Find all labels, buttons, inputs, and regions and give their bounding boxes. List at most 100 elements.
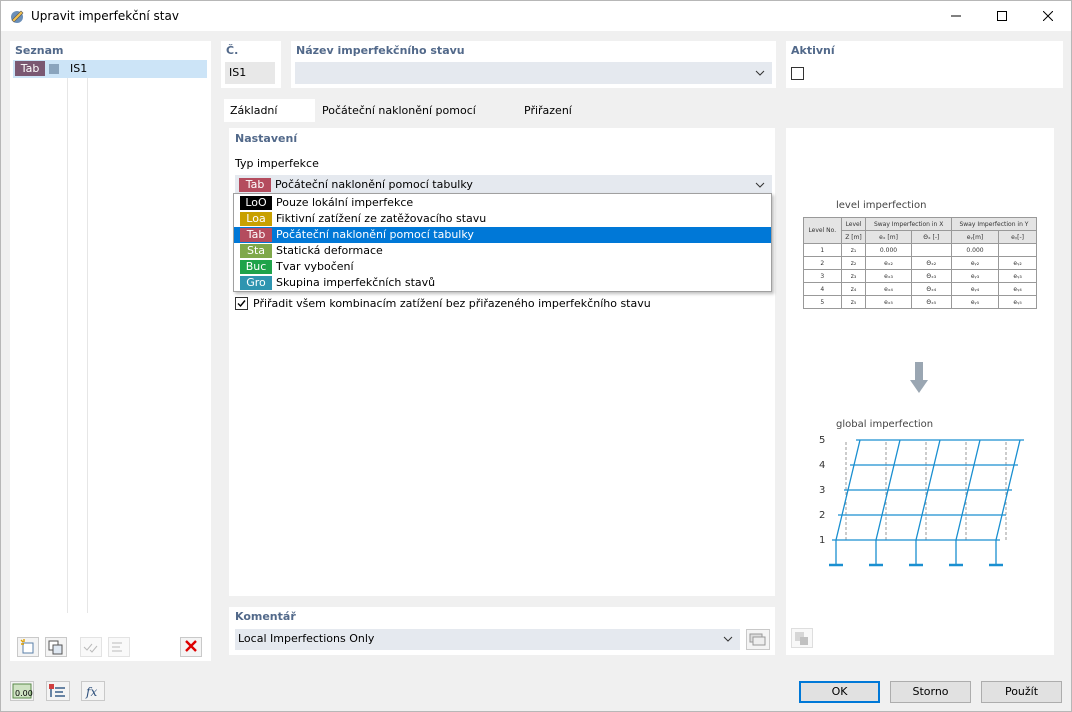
level-label: 3: [819, 485, 825, 496]
units-button[interactable]: [46, 681, 70, 701]
dropdown-option-tab[interactable]: Tab Počáteční naklonění pomocí tabulky: [234, 227, 771, 243]
delete-button[interactable]: [180, 637, 202, 657]
table-row: 1 z₁ 0.000 0.000: [803, 243, 1037, 257]
table-row: 3 z₃ eₓ₃ Θₓ₃ eᵧ₃ eᵧ₃: [803, 269, 1037, 283]
renumber-button[interactable]: [108, 637, 130, 657]
name-header: Název imperfekčního stavu: [296, 44, 465, 57]
dropdown-option-gro[interactable]: Gro Skupina imperfekčních stavů: [234, 275, 771, 291]
global-frame-diagram: 1 2 3 4 5: [819, 435, 1024, 567]
table-cell: z₄: [840, 282, 867, 296]
comment-library-button[interactable]: [746, 629, 770, 650]
image-settings-icon: [795, 632, 808, 645]
level-title: level imperfection: [836, 200, 927, 211]
table-cell: z₁: [840, 243, 867, 257]
table-cell: 1: [803, 243, 842, 257]
title-bar: Upravit imperfekční stav: [1, 1, 1071, 31]
dropdown-option-loo[interactable]: LoO Pouze lokální imperfekce: [234, 195, 771, 211]
level-label: 5: [819, 435, 825, 446]
option-label: Pouze lokální imperfekce: [276, 196, 414, 209]
option-tag: Buc: [240, 260, 272, 274]
active-header: Aktivní: [791, 44, 835, 57]
tab-basic[interactable]: Základní údaje: [224, 99, 315, 140]
imperfection-type-dropdown: LoO Pouze lokální imperfekce Loa Fiktivní z…: [233, 193, 772, 292]
number-field[interactable]: IS1: [225, 62, 275, 84]
table-cell: 3: [803, 269, 842, 283]
dropdown-option-buc[interactable]: Buc Tvar vybočení: [234, 259, 771, 275]
tab-initial-sway[interactable]: Počáteční naklonění pomocí tabulky: [316, 99, 515, 140]
dropdown-option-sta[interactable]: Sta Statická deformace: [234, 243, 771, 259]
th-sway-x: Sway Imperfection in X: [865, 217, 952, 231]
table-cell: [998, 243, 1037, 257]
th-ey: eᵧ[m]: [950, 230, 1000, 244]
comment-value: Local Imperfections Only: [238, 632, 375, 645]
table-cell: eᵧ₄: [998, 282, 1037, 296]
minimize-button[interactable]: [933, 1, 979, 31]
minimize-icon: [951, 15, 961, 17]
type-label: Typ imperfekce: [235, 157, 319, 170]
table-cell: z₃: [840, 269, 867, 283]
table-cell: eᵧ₃: [998, 269, 1037, 283]
decimal-icon: 0.00: [12, 683, 33, 699]
option-tag: Sta: [240, 244, 272, 258]
option-label: Statická deformace: [276, 244, 383, 257]
list-item[interactable]: Tab IS1: [13, 60, 207, 78]
table-cell: eₓ₄: [865, 282, 912, 296]
option-label: Počáteční naklonění pomocí tabulky: [276, 228, 474, 241]
table-cell: z₅: [840, 295, 867, 309]
maximize-icon: [997, 11, 1007, 21]
close-button[interactable]: [1025, 1, 1071, 31]
table-cell: eᵧ₂: [998, 256, 1037, 270]
table-row: 5 z₅ eₓ₅ Θₓ₅ eᵧ₅ eᵧ₅: [803, 295, 1037, 309]
dropdown-option-loa[interactable]: Loa Fiktivní zatížení ze zatěžovacího sta…: [234, 211, 771, 227]
preview-options-button[interactable]: [791, 628, 813, 648]
list-panel: Seznam Tab IS1: [10, 41, 211, 661]
comment-combo[interactable]: Local Imperfections Only: [235, 629, 740, 650]
option-label: Fiktivní zatížení ze zatěžovacího stavu: [276, 212, 487, 225]
assign-all-checkbox[interactable]: [235, 297, 248, 310]
selected-type-tag: Tab: [239, 178, 271, 192]
option-tag: Loa: [240, 212, 272, 226]
tab-assignment[interactable]: Přiřazení: [518, 99, 579, 122]
table-cell: eᵧ₅: [950, 295, 1000, 309]
th-z: Z [m]: [840, 230, 867, 244]
list-item-tag: Tab: [15, 61, 45, 76]
new-item-button[interactable]: [17, 637, 39, 657]
units-icon: [49, 684, 65, 697]
apply-button[interactable]: Použít: [981, 681, 1062, 703]
delete-icon: [185, 640, 197, 652]
new-icon: [20, 639, 34, 654]
table-cell: eᵧ₃: [950, 269, 1000, 283]
option-label: Skupina imperfekčních stavů: [276, 276, 436, 289]
name-panel: Název imperfekčního stavu: [291, 41, 776, 88]
list-header: Seznam: [15, 44, 64, 57]
active-checkbox[interactable]: [791, 67, 804, 80]
table-cell: 0.000: [865, 243, 912, 257]
imperfection-type-select[interactable]: Tab Počáteční naklonění pomocí tabulky: [235, 175, 772, 195]
level-label: 1: [819, 535, 825, 546]
table-cell: 5: [803, 295, 842, 309]
app-icon: [11, 10, 24, 23]
option-tag: Gro: [240, 276, 272, 290]
table-cell: eₓ₂: [865, 256, 912, 270]
table-cell: Θₓ₃: [910, 269, 952, 283]
decimal-places-button[interactable]: 0.00: [10, 681, 34, 701]
table-row: 4 z₄ eₓ₄ Θₓ₄ eᵧ₄ eᵧ₄: [803, 282, 1037, 296]
ok-button[interactable]: OK: [799, 681, 880, 703]
chevron-down-icon: [723, 636, 733, 642]
function-icon: fx: [85, 685, 97, 699]
maximize-button[interactable]: [979, 1, 1025, 31]
dialog-window: Upravit imperfekční stav Seznam Tab IS1: [0, 0, 1072, 712]
list-divider: [87, 78, 88, 613]
option-tag: LoO: [240, 196, 272, 210]
copy-item-button[interactable]: [45, 637, 67, 657]
table-cell: eᵧ₄: [950, 282, 1000, 296]
th-level: Level: [840, 217, 867, 231]
name-combo[interactable]: [295, 62, 772, 84]
svg-text:fx: fx: [85, 685, 97, 699]
formula-button[interactable]: fx: [81, 681, 105, 701]
cancel-button[interactable]: Storno: [890, 681, 971, 703]
chevron-down-icon: [755, 70, 765, 76]
check-button[interactable]: [80, 637, 102, 657]
table-cell: Θₓ₅: [910, 295, 952, 309]
table-cell: 4: [803, 282, 842, 296]
